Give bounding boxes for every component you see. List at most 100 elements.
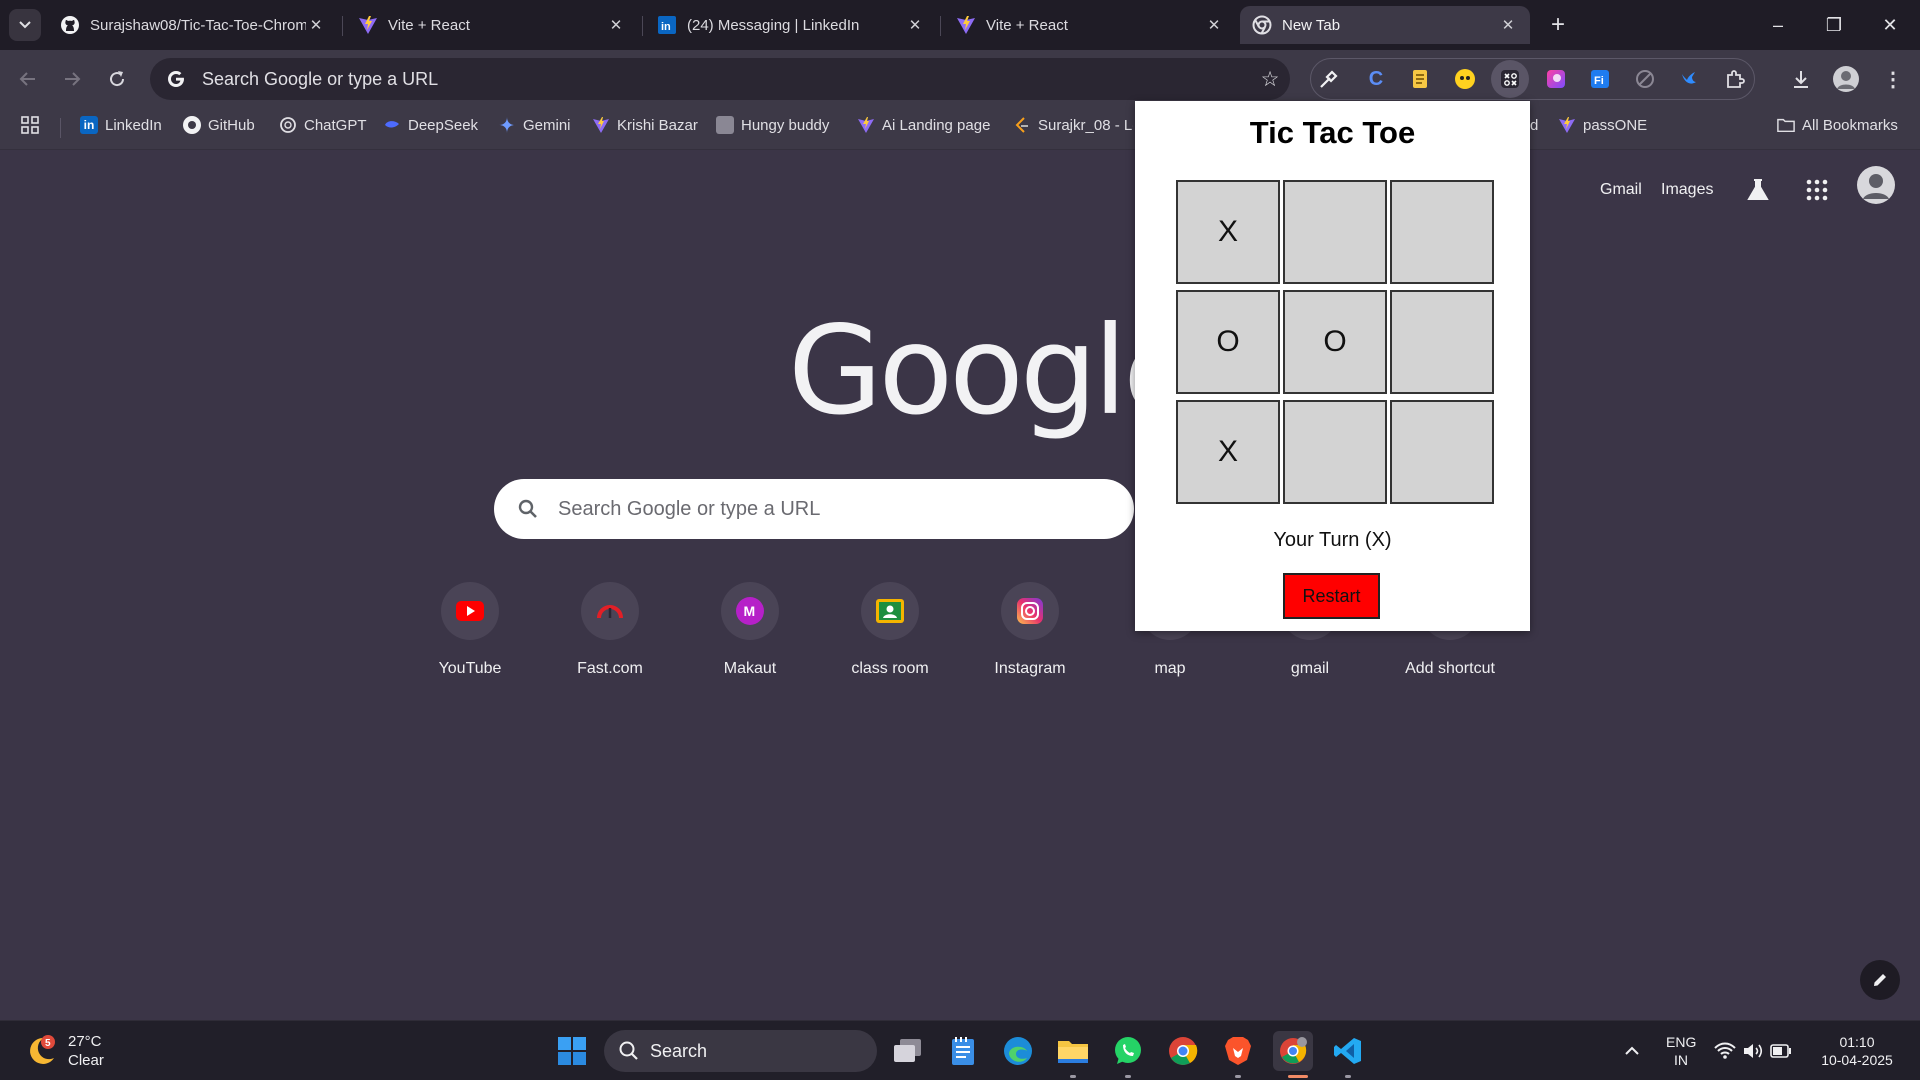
restart-button[interactable]: Restart xyxy=(1283,573,1380,619)
brave-icon[interactable] xyxy=(1218,1031,1258,1071)
bookmark-star-icon[interactable]: ☆ xyxy=(1250,67,1290,92)
tab-title: Surajshaw08/Tic-Tac-Toe-Chrome xyxy=(90,16,306,34)
chevron-up-icon[interactable] xyxy=(1612,1031,1652,1071)
chrome-taskbar-icon[interactable] xyxy=(1163,1031,1203,1071)
bookmark-gemini[interactable]: Gemini xyxy=(498,108,571,142)
tab-github[interactable]: Surajshaw08/Tic-Tac-Toe-Chrome ✕ xyxy=(48,6,338,44)
vscode-icon[interactable] xyxy=(1328,1031,1368,1071)
close-icon[interactable]: ✕ xyxy=(1498,15,1518,35)
customize-pencil-icon[interactable] xyxy=(1860,960,1900,1000)
bookmark-chatgpt[interactable]: ChatGPT xyxy=(279,108,367,142)
bookmark-partial[interactable]: d xyxy=(1530,108,1538,142)
minimize-button[interactable]: – xyxy=(1750,0,1806,50)
blocked-extension-icon[interactable] xyxy=(1630,64,1660,94)
all-bookmarks-button[interactable]: All Bookmarks xyxy=(1777,108,1898,142)
forward-button[interactable] xyxy=(56,63,88,95)
board-cell-2[interactable] xyxy=(1390,180,1494,284)
shortcut-label: class room xyxy=(851,660,929,677)
profile-avatar[interactable] xyxy=(1831,64,1861,94)
github-icon xyxy=(183,116,201,134)
board-cell-1[interactable] xyxy=(1283,180,1387,284)
gmail-link[interactable]: Gmail xyxy=(1600,175,1642,205)
close-icon[interactable]: ✕ xyxy=(1204,15,1224,35)
edge-icon[interactable] xyxy=(998,1031,1038,1071)
windows-start-icon[interactable] xyxy=(552,1031,592,1071)
ntp-search-box[interactable] xyxy=(494,479,1134,539)
google-apps-icon[interactable] xyxy=(1806,175,1828,205)
omnibox[interactable]: ☆ xyxy=(150,58,1290,100)
tictactoe-extension-icon[interactable] xyxy=(1491,60,1529,98)
battery-icon xyxy=(1770,1044,1791,1058)
puzzle-extensions-icon[interactable] xyxy=(1720,64,1750,94)
labs-flask-icon[interactable] xyxy=(1745,175,1771,205)
board-cell-6[interactable]: X xyxy=(1176,400,1280,504)
tictactoe-popup: Tic Tac Toe X O O X Your Turn (X) Restar… xyxy=(1135,101,1530,631)
shortcut-fast-com[interactable]: Fast.com xyxy=(554,580,666,692)
bookmark-deepseek[interactable]: DeepSeek xyxy=(383,108,478,142)
clock[interactable]: 01:10 10-04-2025 xyxy=(1812,1033,1902,1069)
bookmark-github[interactable]: GitHub xyxy=(183,108,255,142)
tab-search-button[interactable] xyxy=(9,9,41,41)
close-icon[interactable]: ✕ xyxy=(905,15,925,35)
tab-vite-2[interactable]: Vite + React ✕ xyxy=(944,6,1236,44)
download-icon[interactable] xyxy=(1786,64,1816,94)
new-tab-button[interactable]: + xyxy=(1542,9,1574,41)
browser-menu-icon[interactable]: ⋮ xyxy=(1878,64,1908,94)
system-tray-status[interactable] xyxy=(1708,1031,1798,1071)
bookmark-leetcode[interactable]: Surajkr_08 - Le xyxy=(1013,108,1133,142)
tab-vite-1[interactable]: Vite + React ✕ xyxy=(346,6,638,44)
weather-widget[interactable]: 5 27°C Clear xyxy=(24,1029,104,1073)
google-logo: Google xyxy=(788,300,1198,442)
notes-extension-icon[interactable] xyxy=(1405,64,1435,94)
shortcut-class-room[interactable]: class room xyxy=(834,580,946,692)
gradient-extension-icon[interactable] xyxy=(1541,64,1571,94)
monkey-extension-icon[interactable] xyxy=(1450,64,1480,94)
bookmark-hungy-buddy[interactable]: Hungy buddy xyxy=(716,108,829,142)
apps-grid-icon[interactable] xyxy=(20,108,40,142)
board-cell-0[interactable]: X xyxy=(1176,180,1280,284)
active-indicator xyxy=(1288,1075,1308,1078)
whatsapp-icon[interactable] xyxy=(1108,1031,1148,1071)
fi-extension-icon[interactable]: Fi xyxy=(1585,64,1615,94)
bookmark-linkedin[interactable]: in LinkedIn xyxy=(80,108,162,142)
close-icon[interactable]: ✕ xyxy=(606,15,626,35)
language-indicator[interactable]: ENG IN xyxy=(1666,1033,1696,1069)
shortcut-makaut[interactable]: M Makaut xyxy=(694,580,806,692)
ntp-search-input[interactable] xyxy=(558,497,1134,521)
window-close-button[interactable]: ✕ xyxy=(1862,0,1918,50)
back-button[interactable] xyxy=(12,63,44,95)
board-cell-7[interactable] xyxy=(1283,400,1387,504)
shortcut-instagram[interactable]: Instagram xyxy=(974,580,1086,692)
chrome-profile-taskbar-icon[interactable] xyxy=(1273,1031,1313,1071)
bookmark-label: Surajkr_08 - Le xyxy=(1038,116,1133,134)
bookmark-label: Hungy buddy xyxy=(741,116,830,134)
bookmark-krishi-bazar[interactable]: Krishi Bazar xyxy=(592,108,698,142)
file-explorer-icon[interactable] xyxy=(1053,1031,1093,1071)
task-view-icon[interactable] xyxy=(888,1031,928,1071)
notepad-icon[interactable] xyxy=(943,1031,983,1071)
restore-button[interactable]: ❐ xyxy=(1806,0,1862,50)
board-cell-4[interactable]: O xyxy=(1283,290,1387,394)
board-cell-5[interactable] xyxy=(1390,290,1494,394)
bluebird-extension-icon[interactable] xyxy=(1674,64,1704,94)
clock-date: 10-04-2025 xyxy=(1821,1052,1893,1068)
close-icon[interactable]: ✕ xyxy=(306,15,326,35)
bookmark-passone[interactable]: passONE xyxy=(1558,108,1647,142)
instagram-icon xyxy=(1001,582,1059,640)
reload-button[interactable] xyxy=(101,63,133,95)
board-cell-3[interactable]: O xyxy=(1176,290,1280,394)
shortcut-label: Makaut xyxy=(723,660,777,677)
images-link[interactable]: Images xyxy=(1661,175,1713,205)
classroom-icon xyxy=(861,582,919,640)
google-g-icon xyxy=(156,58,196,100)
eyedropper-extension-icon[interactable] xyxy=(1314,64,1344,94)
board-cell-8[interactable] xyxy=(1390,400,1494,504)
tab-new-tab[interactable]: New Tab ✕ xyxy=(1240,6,1530,44)
omnibox-input[interactable] xyxy=(196,68,1250,90)
c-extension-icon[interactable]: C xyxy=(1361,64,1391,94)
bookmark-ai-landing-page[interactable]: Ai Landing page xyxy=(857,108,990,142)
account-avatar[interactable] xyxy=(1856,166,1896,204)
taskbar-search[interactable]: Search xyxy=(604,1030,877,1072)
shortcut-youtube[interactable]: YouTube xyxy=(414,580,526,692)
tab-linkedin[interactable]: in (24) Messaging | LinkedIn ✕ xyxy=(645,6,937,44)
